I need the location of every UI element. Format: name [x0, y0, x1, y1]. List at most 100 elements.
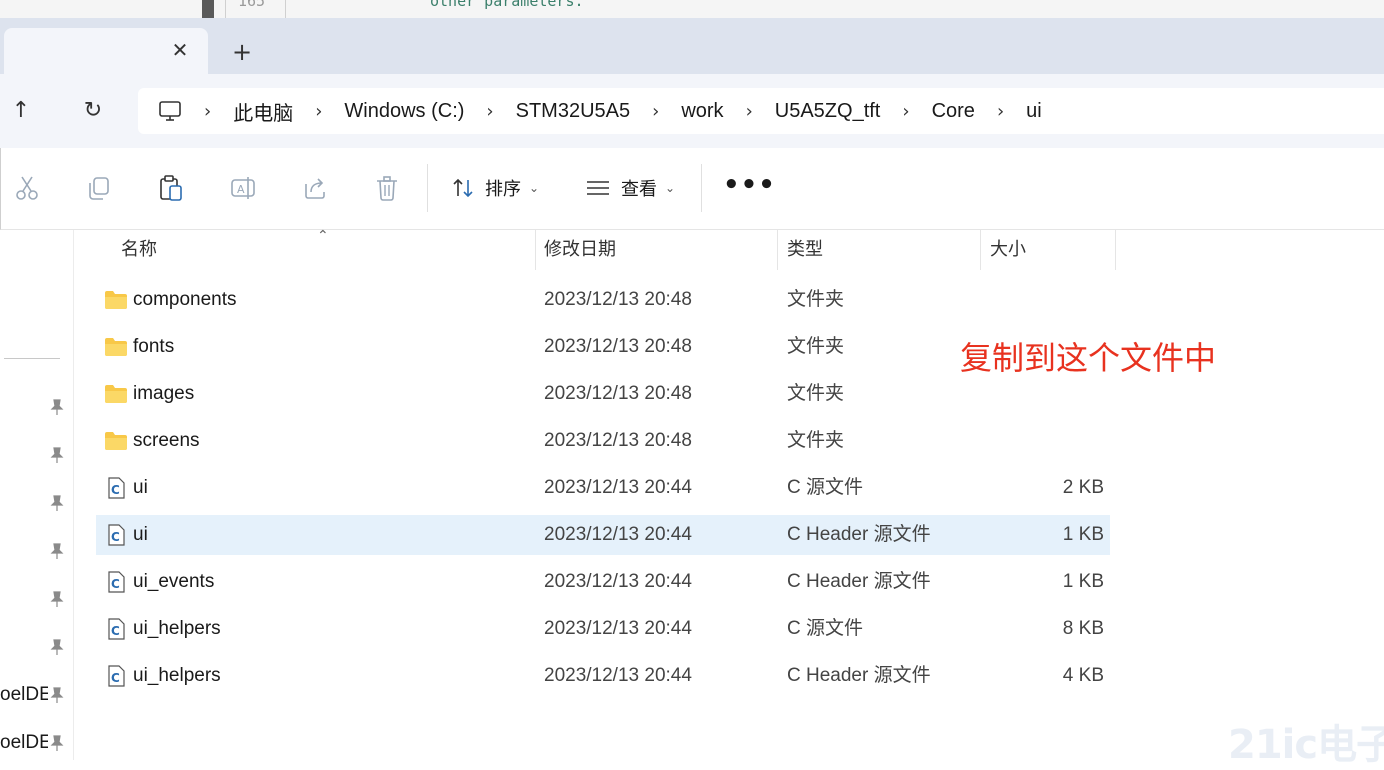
pin-icon[interactable]: [48, 494, 66, 512]
file-name: ui_events: [133, 571, 215, 592]
editor-code-text: other parameters.: [430, 0, 584, 10]
this-pc-icon[interactable]: [158, 99, 182, 123]
column-divider[interactable]: [535, 230, 536, 270]
breadcrumb: › 此电脑 › Windows (C:) › STM32U5A5 › work …: [138, 88, 1042, 134]
column-header-type[interactable]: 类型: [787, 230, 823, 270]
file-type: C Header 源文件: [787, 524, 931, 545]
column-header-modified[interactable]: 修改日期: [544, 230, 616, 270]
annotation-text: 复制到这个文件中: [960, 339, 1217, 377]
delete-icon[interactable]: [373, 174, 401, 202]
file-type: C Header 源文件: [787, 665, 931, 686]
pin-icon[interactable]: [48, 398, 66, 416]
file-date: 2023/12/13 20:44: [544, 477, 692, 498]
file-size: 4 KB: [1062, 665, 1104, 686]
watermark: 21ic电子网: [1228, 722, 1384, 768]
sort-button[interactable]: 排序 ⌄: [451, 170, 539, 206]
folder-icon: [104, 383, 128, 405]
column-header-name[interactable]: 名称: [121, 230, 157, 270]
new-tab-button[interactable]: +: [228, 38, 256, 66]
chevron-right-icon[interactable]: ›: [204, 101, 211, 122]
table-row[interactable]: screens 2023/12/13 20:48 文件夹: [96, 421, 1110, 461]
address-row: ↑ ↻ › 此电脑 › Windows (C:) › STM32U5A5 › w…: [0, 74, 1384, 148]
refresh-icon[interactable]: ↻: [78, 96, 108, 126]
file-list: ⌃ 名称 修改日期 类型 大小 components 2023/12/13 20:…: [74, 228, 1384, 760]
file-date: 2023/12/13 20:44: [544, 524, 692, 545]
table-row[interactable]: fonts 2023/12/13 20:48 文件夹: [96, 327, 1110, 367]
breadcrumb-item[interactable]: ui: [1026, 100, 1042, 123]
file-type: 文件夹: [787, 336, 845, 357]
sort-icon: [453, 178, 473, 198]
rename-icon[interactable]: A: [229, 174, 257, 202]
table-row[interactable]: images 2023/12/13 20:48 文件夹: [96, 374, 1110, 414]
breadcrumb-item[interactable]: 此电脑: [233, 97, 293, 126]
chevron-right-icon[interactable]: ›: [997, 101, 1004, 122]
table-row[interactable]: Cui 2023/12/13 20:44 C Header 源文件 1 KB: [96, 515, 1110, 555]
svg-text:C: C: [111, 624, 120, 638]
file-date: 2023/12/13 20:44: [544, 571, 692, 592]
chevron-right-icon[interactable]: ›: [746, 101, 753, 122]
file-date: 2023/12/13 20:44: [544, 665, 692, 686]
editor-gutter-divider: [225, 0, 226, 18]
file-date: 2023/12/13 20:48: [544, 383, 692, 404]
table-row[interactable]: Cui_helpers 2023/12/13 20:44 C Header 源文件 4…: [96, 656, 1110, 696]
file-name: components: [133, 289, 237, 310]
editor-line-number: 165: [238, 0, 266, 10]
chevron-right-icon[interactable]: ›: [315, 101, 322, 122]
folder-icon: [104, 336, 128, 358]
nav-item-label[interactable]: oelDE: [0, 732, 48, 754]
column-divider[interactable]: [777, 230, 778, 270]
column-header-size[interactable]: 大小: [990, 230, 1026, 270]
tab-bar: ✕ +: [0, 18, 1384, 74]
chevron-down-icon: ⌄: [529, 181, 540, 195]
table-row[interactable]: Cui_events 2023/12/13 20:44 C Header 源文件 1 …: [96, 562, 1110, 602]
file-type: C 源文件: [787, 618, 864, 639]
cut-icon[interactable]: [13, 174, 41, 202]
close-tab-icon[interactable]: ✕: [166, 36, 194, 64]
c-file-icon: C: [104, 524, 128, 546]
breadcrumb-item[interactable]: work: [681, 100, 723, 123]
file-size: 1 KB: [1062, 524, 1104, 545]
pin-icon[interactable]: [48, 686, 66, 704]
file-type: C 源文件: [787, 477, 864, 498]
nav-item-label[interactable]: oelDE: [0, 684, 48, 706]
more-options-button[interactable]: •••: [723, 170, 776, 200]
folder-icon: [104, 430, 128, 452]
table-row[interactable]: Cui 2023/12/13 20:44 C 源文件 2 KB: [96, 468, 1110, 508]
breadcrumb-item[interactable]: Windows (C:): [344, 100, 464, 123]
file-name: ui: [133, 477, 148, 498]
share-icon[interactable]: [301, 174, 329, 202]
chevron-right-icon[interactable]: ›: [486, 101, 493, 122]
file-size: 1 KB: [1062, 571, 1104, 592]
pin-icon[interactable]: [48, 542, 66, 560]
pin-icon[interactable]: [48, 734, 66, 752]
svg-text:A: A: [237, 183, 245, 196]
chevron-right-icon[interactable]: ›: [652, 101, 659, 122]
view-icon: [587, 181, 609, 195]
table-row[interactable]: components 2023/12/13 20:48 文件夹: [96, 280, 1110, 320]
view-button[interactable]: 查看 ⌄: [585, 170, 675, 206]
paste-icon[interactable]: [157, 174, 185, 202]
file-name: ui_helpers: [133, 665, 221, 686]
breadcrumb-item[interactable]: STM32U5A5: [516, 100, 631, 123]
column-divider[interactable]: [980, 230, 981, 270]
up-arrow-icon[interactable]: ↑: [6, 96, 36, 126]
file-name: fonts: [133, 336, 175, 357]
column-divider[interactable]: [1115, 230, 1116, 270]
svg-text:C: C: [111, 483, 120, 497]
file-type: 文件夹: [787, 383, 845, 404]
table-row[interactable]: Cui_helpers 2023/12/13 20:44 C 源文件 8 KB: [96, 609, 1110, 649]
file-size: 2 KB: [1062, 477, 1104, 498]
file-name: ui_helpers: [133, 618, 221, 639]
chevron-right-icon[interactable]: ›: [902, 101, 909, 122]
address-bar[interactable]: › 此电脑 › Windows (C:) › STM32U5A5 › work …: [138, 88, 1384, 134]
breadcrumb-item[interactable]: Core: [932, 100, 975, 123]
active-tab[interactable]: ✕: [4, 28, 208, 74]
pin-icon[interactable]: [48, 638, 66, 656]
file-date: 2023/12/13 20:48: [544, 430, 692, 451]
pin-icon[interactable]: [48, 590, 66, 608]
copy-icon[interactable]: [85, 174, 113, 202]
pin-icon[interactable]: [48, 446, 66, 464]
c-file-icon: C: [104, 571, 128, 593]
breadcrumb-item[interactable]: U5A5ZQ_tft: [775, 100, 881, 123]
c-file-icon: C: [104, 477, 128, 499]
